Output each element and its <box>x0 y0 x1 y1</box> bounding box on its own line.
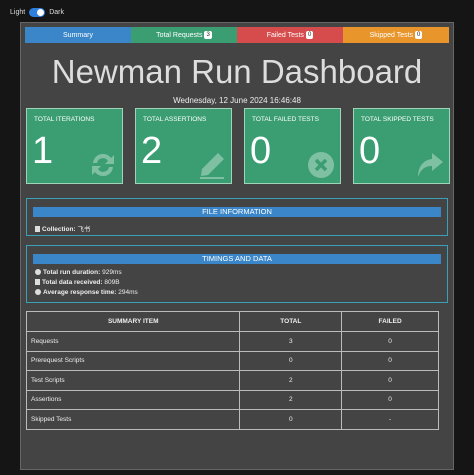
card-value: 0 <box>359 130 381 172</box>
response-value: 294ms <box>118 289 138 296</box>
card-total-failed-tests: TOTAL FAILED TESTS 0 <box>244 108 341 184</box>
duration-line: Total run duration: 929ms <box>35 269 122 276</box>
pencil-icon <box>200 153 224 179</box>
total-cell: 0 <box>239 409 343 430</box>
tab-failed-tests[interactable]: Failed Tests 0 <box>237 27 343 43</box>
section-heading: TIMINGS AND DATA <box>33 254 441 264</box>
duration-label: Total run duration: <box>43 269 101 276</box>
collection-line: Collection: 飞书 <box>35 223 90 233</box>
toggle-knob <box>37 9 45 16</box>
card-total-iterations: TOTAL ITERATIONS 1 <box>26 108 123 184</box>
summary-item: Assertions <box>25 389 241 410</box>
data-label: Total data received: <box>42 279 103 286</box>
failed-cell: 0 <box>341 370 439 391</box>
section-heading: FILE INFORMATION <box>33 207 441 217</box>
collection-value: 飞书 <box>77 226 91 233</box>
stopwatch-icon <box>35 269 41 275</box>
column-header: TOTAL <box>239 311 343 332</box>
table-header-row: SUMMARY ITEM TOTAL FAILED <box>25 311 439 332</box>
table-row: Prerequest Scripts 0 0 <box>25 350 439 371</box>
failed-cell: 0 <box>341 350 439 371</box>
summary-item: Test Scripts <box>25 370 241 391</box>
theme-switch: Light Dark <box>10 8 64 17</box>
table-row: Test Scripts 2 0 <box>25 370 439 391</box>
table-row: Requests 3 0 <box>25 331 439 352</box>
total-cell: 2 <box>239 370 343 391</box>
table-row: Skipped Tests 0 - <box>25 409 439 430</box>
stopwatch-icon <box>35 289 41 295</box>
dashboard-panel: Summary Total Requests 3 Failed Tests 0 … <box>20 22 454 470</box>
tab-badge: 3 <box>204 31 212 39</box>
total-cell: 2 <box>239 389 343 410</box>
tab-total-requests[interactable]: Total Requests 3 <box>131 27 237 43</box>
share-arrow-icon <box>418 153 443 177</box>
summary-item: Skipped Tests <box>25 409 241 430</box>
timings-section: TIMINGS AND DATA Total run duration: 929… <box>26 245 448 303</box>
summary-item: Prerequest Scripts <box>25 350 241 371</box>
failed-cell: 0 <box>341 331 439 352</box>
file-icon <box>35 226 40 232</box>
tab-label: Summary <box>63 31 93 39</box>
times-circle-icon <box>308 152 334 178</box>
response-line: Average response time: 294ms <box>35 289 138 296</box>
tab-label: Total Requests <box>156 31 203 39</box>
database-icon <box>35 279 40 285</box>
response-label: Average response time: <box>43 289 117 296</box>
data-line: Total data received: 809B <box>35 279 120 286</box>
tab-bar: Summary Total Requests 3 Failed Tests 0 … <box>25 27 449 43</box>
card-label: TOTAL ITERATIONS <box>34 116 95 123</box>
card-label: TOTAL FAILED TESTS <box>252 116 319 123</box>
run-date: Wednesday, 12 June 2024 16:46:48 <box>173 96 301 105</box>
total-cell: 0 <box>239 350 343 371</box>
tab-badge: 0 <box>305 31 314 39</box>
card-label: TOTAL ASSERTIONS <box>143 116 207 123</box>
card-label: TOTAL SKIPPED TESTS <box>361 116 434 123</box>
sync-icon <box>92 153 114 177</box>
file-information-section: FILE INFORMATION Collection: 飞书 <box>26 198 448 236</box>
data-value: 809B <box>104 279 120 286</box>
tab-summary[interactable]: Summary <box>25 27 131 43</box>
tab-label: Failed Tests <box>266 31 304 39</box>
column-header: SUMMARY ITEM <box>25 311 241 332</box>
card-total-assertions: TOTAL ASSERTIONS 2 <box>135 108 232 184</box>
stat-cards: TOTAL ITERATIONS 1 TOTAL ASSERTIONS 2 TO… <box>21 108 453 184</box>
tab-badge: 0 <box>415 31 423 39</box>
column-header: FAILED <box>341 311 439 332</box>
card-value: 1 <box>32 130 54 172</box>
tab-skipped-tests[interactable]: Skipped Tests 0 <box>343 27 449 43</box>
tab-label: Skipped Tests <box>369 31 414 39</box>
page-title: Newman Run Dashboard <box>51 53 423 90</box>
card-value: 0 <box>250 130 272 172</box>
theme-light-label: Light <box>10 9 26 16</box>
card-total-skipped-tests: TOTAL SKIPPED TESTS 0 <box>353 108 450 184</box>
duration-value: 929ms <box>102 269 122 276</box>
total-cell: 3 <box>239 331 343 352</box>
failed-cell: 0 <box>341 389 439 410</box>
summary-table: SUMMARY ITEM TOTAL FAILED Requests 3 0 P… <box>25 311 439 430</box>
summary-item: Requests <box>25 331 241 352</box>
collection-label: Collection: <box>42 226 76 233</box>
theme-toggle[interactable] <box>29 8 46 17</box>
table-row: Assertions 2 0 <box>25 389 439 410</box>
theme-dark-label: Dark <box>49 9 64 16</box>
failed-cell: - <box>341 409 439 430</box>
card-value: 2 <box>141 130 163 172</box>
